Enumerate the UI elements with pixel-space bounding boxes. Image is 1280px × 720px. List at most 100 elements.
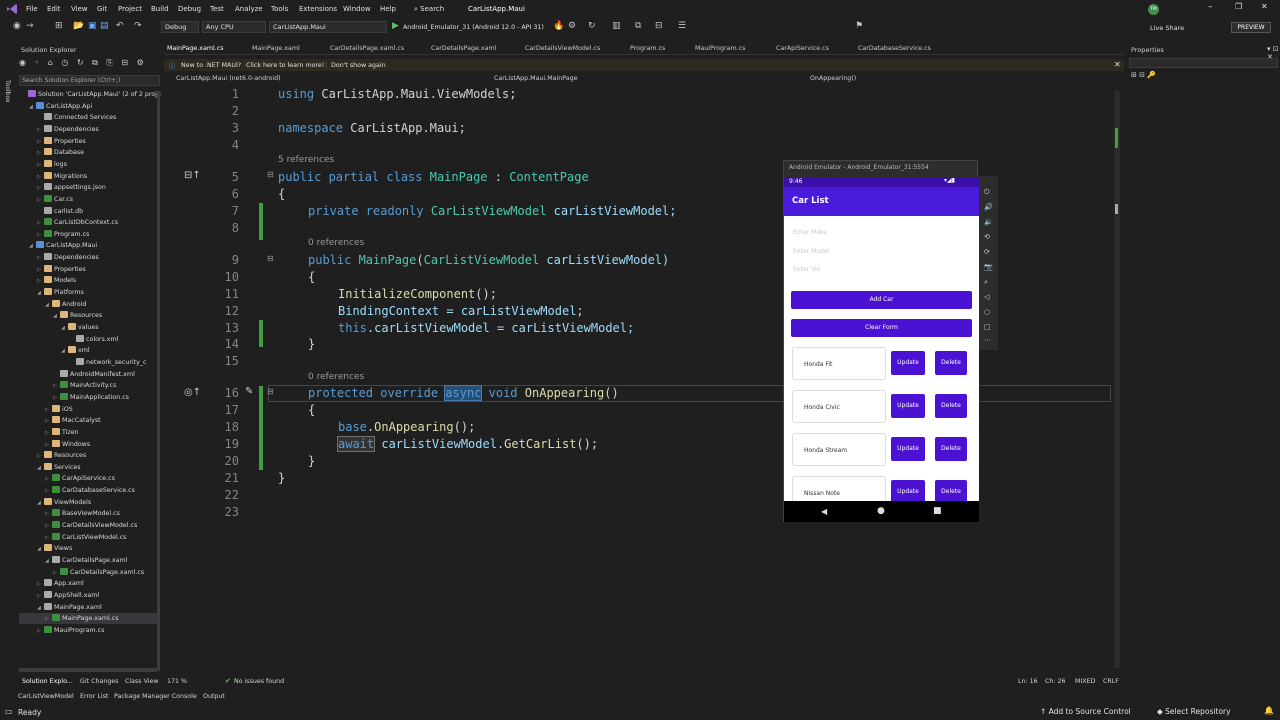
home-button-icon[interactable]: ○ xyxy=(984,308,990,316)
toolbar-icon-4[interactable]: ☰ xyxy=(678,21,686,31)
pencil-icon[interactable]: ✎ xyxy=(245,386,253,397)
quick-action-icon[interactable]: ⊟↑ xyxy=(184,170,201,181)
expand-arrow-icon[interactable]: ▷ xyxy=(37,276,44,287)
tree-item[interactable]: ▷ CarDetailsViewModel.cs xyxy=(19,520,157,531)
tree-item[interactable]: ▷ CarApiService.cs xyxy=(19,473,157,484)
menu-view[interactable]: View xyxy=(71,5,88,13)
tree-item[interactable]: ▷ CarDetailsPage.xaml.cs xyxy=(19,567,157,578)
add-source-control-button[interactable]: ↑ Add to Source Control xyxy=(1040,707,1131,716)
update-button[interactable]: Update xyxy=(891,437,925,461)
tree-item[interactable]: ◢ values xyxy=(19,322,157,333)
menu-window[interactable]: Window xyxy=(343,5,371,13)
menu-project[interactable]: Project xyxy=(118,5,142,13)
tree-item[interactable]: ▷ iOS xyxy=(19,404,157,415)
code-line-3[interactable]: namespace CarListApp.Maui; xyxy=(278,121,466,135)
save-all-icon[interactable]: ▤ xyxy=(100,21,109,31)
menu-test[interactable]: Test xyxy=(210,5,224,13)
expand-arrow-icon[interactable]: ◢ xyxy=(61,323,68,334)
tree-item[interactable]: ▷ Database xyxy=(19,147,157,158)
code-line-14[interactable]: } xyxy=(308,337,315,351)
tree-item[interactable]: ▷ CarListViewModel.cs xyxy=(19,532,157,543)
tree-item[interactable]: ▷ Car.cs xyxy=(19,194,157,205)
code-line-17[interactable]: { xyxy=(308,403,315,417)
tree-item[interactable]: ▷ MacCatalyst xyxy=(19,415,157,426)
tree-item[interactable]: carlist.db xyxy=(19,206,157,217)
update-button[interactable]: Update xyxy=(891,351,925,375)
expand-arrow-icon[interactable]: ▷ xyxy=(37,265,44,276)
code-line-5[interactable]: public partial class MainPage : ContentP… xyxy=(278,170,589,184)
menu-file[interactable]: File xyxy=(26,5,38,13)
indent-mode[interactable]: MIXED xyxy=(1075,678,1095,685)
tree-item[interactable]: ▷ CarListDbContext.cs xyxy=(19,217,157,228)
expand-arrow-icon[interactable]: ▷ xyxy=(37,137,44,148)
tab-mauiprogram-cs[interactable]: MauiProgram.cs xyxy=(695,45,745,52)
expand-arrow-icon[interactable]: ◢ xyxy=(29,102,36,113)
code-line-7[interactable]: private readonly CarListViewModel carLis… xyxy=(308,204,676,218)
rotate-right-icon[interactable]: ⟳ xyxy=(984,248,990,256)
expand-arrow-icon[interactable]: ▷ xyxy=(37,626,44,637)
tree-item[interactable]: ▷ CarDatabaseService.cs xyxy=(19,485,157,496)
tree-item[interactable]: ◢ Resources xyxy=(19,310,157,321)
expand-arrow-icon[interactable]: ▷ xyxy=(37,230,44,241)
tree-scrollbar[interactable] xyxy=(157,91,160,671)
forward-nav-icon[interactable]: → xyxy=(26,21,34,31)
code-line-21[interactable]: } xyxy=(278,471,285,485)
nav-class-dropdown[interactable]: CarListApp.Maui.MainPage xyxy=(494,75,577,82)
cursor-col[interactable]: Ch: 26 xyxy=(1045,678,1066,685)
references-lens[interactable]: 0 references xyxy=(308,238,364,248)
expand-arrow-icon[interactable]: ▷ xyxy=(37,172,44,183)
infobar-close-icon[interactable]: ✕ xyxy=(1114,60,1121,69)
expand-arrow-icon[interactable]: ▷ xyxy=(45,486,52,497)
search-button[interactable]: ⌕ Search xyxy=(414,5,444,14)
expand-arrow-icon[interactable]: ▷ xyxy=(37,579,44,590)
expand-arrow-icon[interactable]: ▷ xyxy=(37,451,44,462)
expand-arrow-icon[interactable]: ▷ xyxy=(37,183,44,194)
tree-item[interactable]: Solution 'CarListApp.Maui' (2 of 2 proje xyxy=(19,89,161,100)
expand-arrow-icon[interactable]: ▷ xyxy=(37,253,44,264)
preview-badge[interactable]: PREVIEW xyxy=(1231,22,1271,33)
collapse-ctor-icon[interactable]: ⊟ xyxy=(267,254,274,263)
tree-item[interactable]: ▷ App.xaml xyxy=(19,578,157,589)
tree-item[interactable]: ▷ Properties xyxy=(19,264,157,275)
expand-arrow-icon[interactable]: ◢ xyxy=(45,300,52,311)
menu-extensions[interactable]: Extensions xyxy=(299,5,337,13)
tree-item[interactable]: ▷ Dependencies xyxy=(19,124,157,135)
tab-mainpage-xaml[interactable]: MainPage.xaml xyxy=(252,45,300,52)
expand-arrow-icon[interactable]: ▷ xyxy=(45,521,52,532)
expand-arrow-icon[interactable]: ▷ xyxy=(37,160,44,171)
code-line-13[interactable]: this.carListViewModel = carListViewModel… xyxy=(338,321,634,335)
car-card[interactable]: Honda Stream xyxy=(792,433,886,466)
tab-cardatabaseservice-cs[interactable]: CarDatabaseService.cs xyxy=(858,45,931,52)
expand-arrow-icon[interactable]: ◢ xyxy=(37,288,44,299)
collapse-class-icon[interactable]: ⊟ xyxy=(267,170,274,179)
tab-solution-explorer[interactable]: Solution Explo... xyxy=(22,678,73,685)
tab-output[interactable]: Output xyxy=(203,693,225,700)
tree-item[interactable]: ▷ MainPage.xaml.cs xyxy=(19,613,157,625)
tree-item[interactable]: ◢ ViewModels xyxy=(19,497,157,508)
maximize-icon[interactable]: ❐ xyxy=(1235,2,1242,11)
open-folder-icon[interactable]: 📂 xyxy=(73,21,84,31)
override-glyph-icon[interactable]: ◎↑ xyxy=(184,387,201,398)
delete-button[interactable]: Delete xyxy=(935,437,967,461)
back-button-icon[interactable]: ◁ xyxy=(984,293,989,301)
power-icon[interactable]: ⏻ xyxy=(984,188,990,197)
tree-item[interactable]: ◢ CarListApp.Api xyxy=(19,101,157,112)
add-car-button[interactable]: Add Car xyxy=(791,291,972,309)
tree-item[interactable]: ▷ AppShell.xaml xyxy=(19,590,157,601)
nav-member-dropdown[interactable]: OnAppearing() xyxy=(810,75,856,82)
code-line-19[interactable]: await carListViewModel.GetCarList(); xyxy=(336,436,598,452)
tree-item[interactable]: ▷ MainActivity.cs xyxy=(19,380,157,391)
select-repository-button[interactable]: ◆ Select Repository xyxy=(1157,707,1231,716)
expand-arrow-icon[interactable]: ▷ xyxy=(53,381,60,392)
tree-item[interactable]: ◢ Services xyxy=(19,462,157,473)
toolbar-icon-3[interactable]: ⊟ xyxy=(655,21,663,31)
toolbar-icon-2[interactable]: ⧉ xyxy=(635,21,641,31)
solution-explorer-toolbar[interactable]: ◉ ◦ ⌂ ◷ ↻ ⧉ ⎘ ⊟ ⚙ xyxy=(19,58,147,68)
tree-item[interactable]: ◢ Views xyxy=(19,543,157,554)
tab-mainpage-xaml-cs[interactable]: MainPage.xaml.cs xyxy=(167,45,224,52)
expand-arrow-icon[interactable]: ▷ xyxy=(45,405,52,416)
hot-reload-icon[interactable]: 🔥 xyxy=(553,21,564,31)
tree-item[interactable]: ▷ MainApplication.cs xyxy=(19,392,157,403)
expand-arrow-icon[interactable]: ◢ xyxy=(37,463,44,474)
tree-item[interactable]: ▷ Dependencies xyxy=(19,252,157,263)
